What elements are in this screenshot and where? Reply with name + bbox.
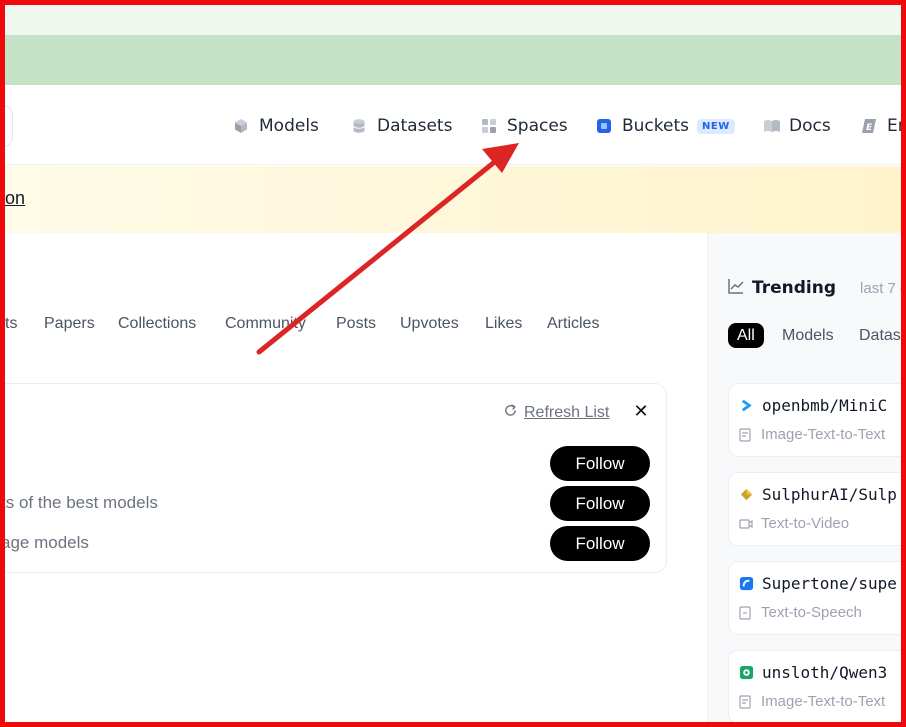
nav-label: Datasets xyxy=(377,116,453,136)
repo-logo-icon xyxy=(739,487,754,502)
close-icon[interactable]: ✕ xyxy=(632,403,650,421)
tab-upvotes[interactable]: Upvotes xyxy=(400,315,459,333)
new-badge: NEW xyxy=(697,118,735,134)
trending-item[interactable]: openbmb/MiniC Image-Text-to-Text xyxy=(728,383,906,457)
tab-articles[interactable]: Articles xyxy=(547,315,599,333)
search-input[interactable] xyxy=(0,105,13,147)
refresh-list-button[interactable]: Refresh List xyxy=(503,403,609,423)
svg-text:E: E xyxy=(866,123,873,133)
follow-button[interactable]: Follow xyxy=(550,446,650,481)
nav-label: Spaces xyxy=(507,116,568,136)
bucket-icon xyxy=(596,118,612,134)
trending-header: Trending last 7 d xyxy=(728,278,906,298)
spaces-grid-icon xyxy=(481,118,497,134)
refresh-icon xyxy=(503,403,518,423)
task-label: Text-to-Speech xyxy=(761,604,862,621)
recommendation-text: ts of the best models xyxy=(1,493,158,512)
nav-label: Buckets xyxy=(622,116,690,136)
trending-title: Trending xyxy=(752,278,837,298)
tab-collections[interactable]: Collections xyxy=(118,315,196,333)
book-icon xyxy=(763,118,780,134)
speech-icon xyxy=(739,605,753,620)
tab-likes[interactable]: Likes xyxy=(485,315,522,333)
follow-button[interactable]: Follow xyxy=(550,526,650,561)
trending-panel: Trending last 7 d All Models Datas openb… xyxy=(707,233,906,727)
repo-logo-icon xyxy=(739,665,754,680)
nav-datasets[interactable]: Datasets xyxy=(351,113,452,139)
repo-name: unsloth/Qwen3 xyxy=(762,663,888,682)
database-icon xyxy=(351,118,367,134)
trending-chart-icon xyxy=(728,278,744,298)
trending-item[interactable]: unsloth/Qwen3 Image-Text-to-Text xyxy=(728,650,906,724)
filter-datasets[interactable]: Datas xyxy=(859,323,901,348)
nav-buckets[interactable]: Buckets NEW xyxy=(596,113,735,139)
trending-item[interactable]: Supertone/supe Text-to-Speech xyxy=(728,561,906,635)
nav-spaces[interactable]: Spaces xyxy=(481,113,568,139)
recommendation-text: age models xyxy=(1,533,89,552)
task-label: Image-Text-to-Text xyxy=(761,426,886,443)
notice-link[interactable]: on xyxy=(5,188,25,209)
trending-item[interactable]: SulphurAI/Sulp Text-to-Video xyxy=(728,472,906,546)
refresh-list-label: Refresh List xyxy=(524,404,610,421)
tab-posts[interactable]: Posts xyxy=(336,315,376,333)
image-text-icon xyxy=(739,427,753,442)
nav-label: Models xyxy=(259,116,319,136)
nav-enterprise[interactable]: E En xyxy=(861,113,906,139)
video-icon xyxy=(739,517,753,531)
repo-name: Supertone/supe xyxy=(762,574,897,593)
nav-label: Docs xyxy=(789,116,831,136)
nav-docs[interactable]: Docs xyxy=(763,113,831,139)
tab-community[interactable]: Community xyxy=(225,315,306,333)
top-banner-green xyxy=(0,35,906,85)
top-bar-light xyxy=(0,0,906,35)
profile-main: ts Papers Collections Community Posts Up… xyxy=(0,233,707,727)
recommendation-card: Refresh List ✕ Follow ts of the best mod… xyxy=(0,383,667,573)
repo-logo-icon xyxy=(739,398,754,413)
nav-models[interactable]: Models xyxy=(233,113,319,139)
task-label: Image-Text-to-Text xyxy=(761,693,886,710)
enterprise-icon: E xyxy=(861,118,877,134)
cube-icon xyxy=(233,118,249,134)
repo-logo-icon xyxy=(739,576,754,591)
nav-label: En xyxy=(887,116,906,136)
image-text-icon xyxy=(739,694,753,709)
site-header: Models Datasets Spaces Buckets NEW Docs … xyxy=(0,85,906,165)
filter-models[interactable]: Models xyxy=(782,323,834,348)
task-label: Text-to-Video xyxy=(761,515,850,532)
follow-button[interactable]: Follow xyxy=(550,486,650,521)
notice-banner: on xyxy=(0,166,906,233)
repo-name: SulphurAI/Sulp xyxy=(762,485,897,504)
tab-partial[interactable]: ts xyxy=(5,315,17,333)
filter-all[interactable]: All xyxy=(728,323,764,348)
trending-period[interactable]: last 7 d xyxy=(860,280,906,297)
tab-papers[interactable]: Papers xyxy=(44,315,95,333)
repo-name: openbmb/MiniC xyxy=(762,396,888,415)
